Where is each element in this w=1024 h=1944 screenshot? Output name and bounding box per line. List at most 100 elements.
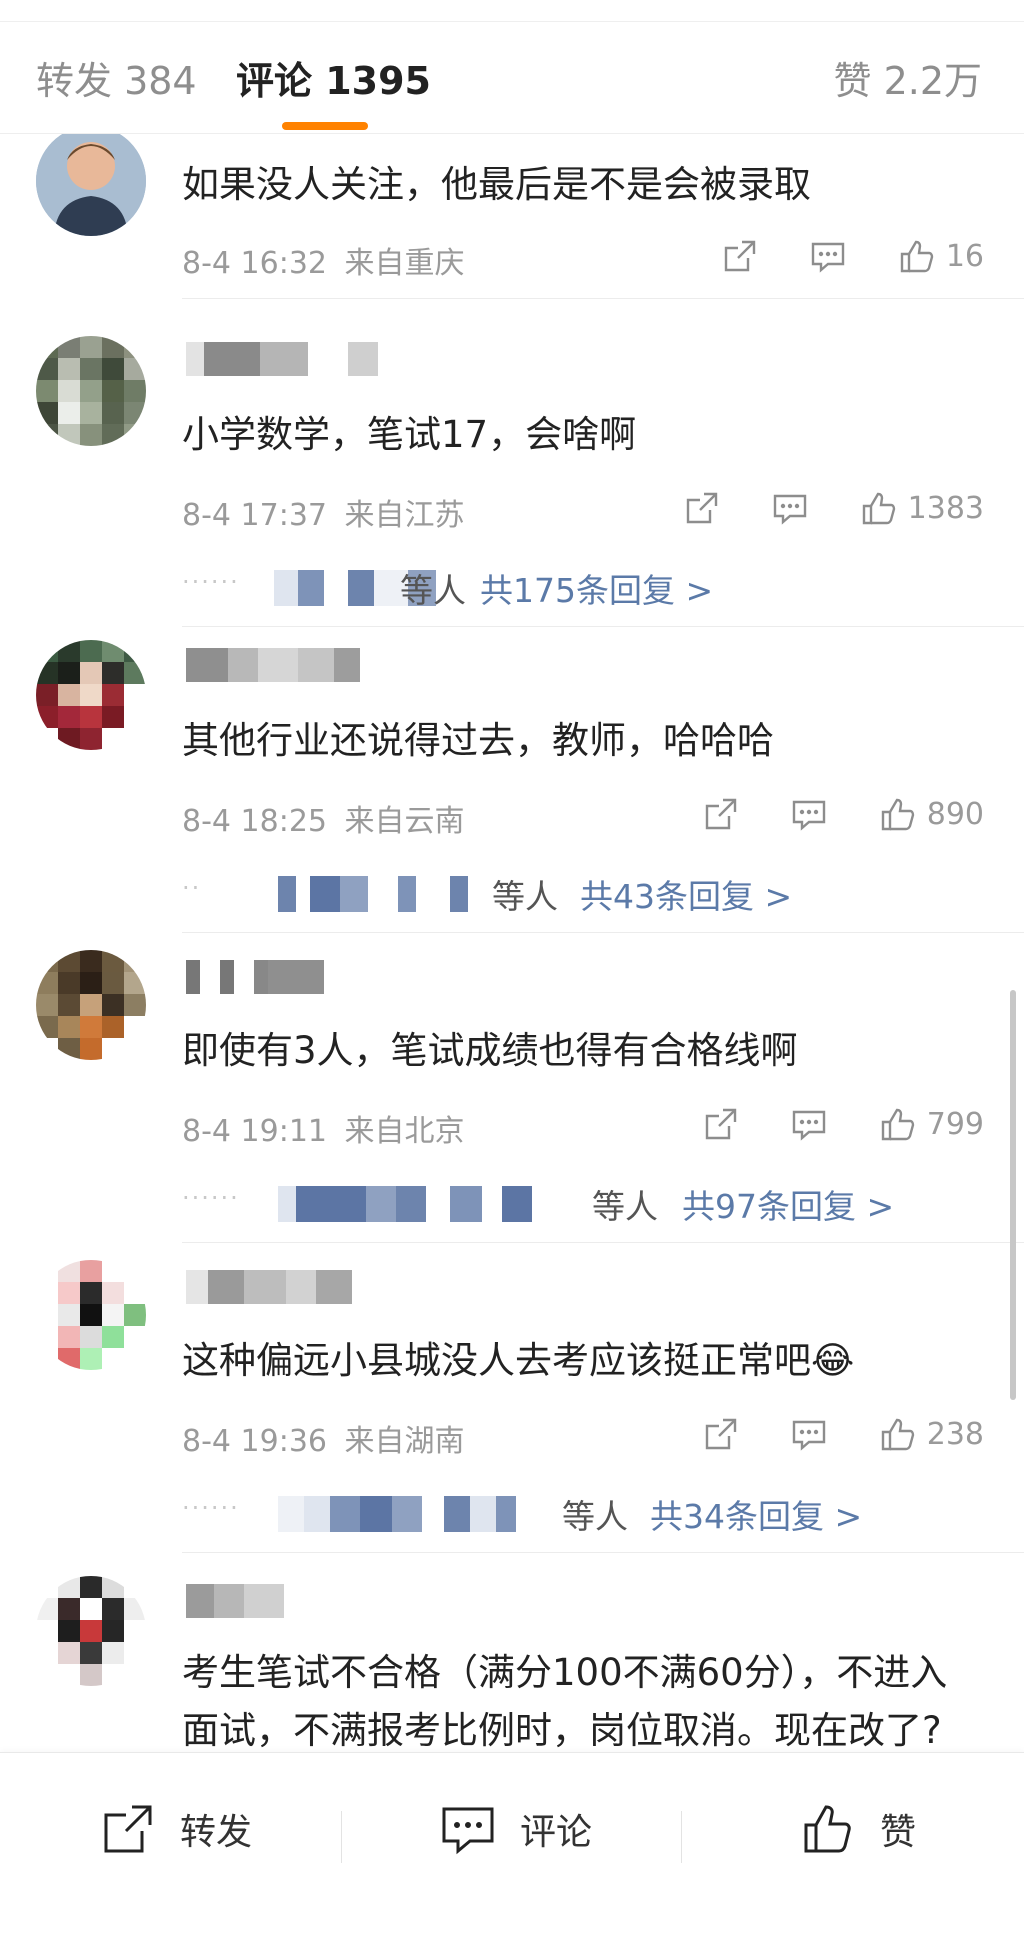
comment-icon[interactable] <box>808 236 848 276</box>
comment-actions: 238 <box>701 1414 984 1454</box>
comment-icon <box>442 1807 494 1855</box>
active-tab-indicator <box>282 122 368 130</box>
comment-item: 小学数学，笔试17，会啥啊 8-4 17:37 来自江苏 1383 ······… <box>0 300 1024 627</box>
divider <box>182 298 1024 299</box>
comment-time: 8-4 16:32 <box>182 246 327 281</box>
share-icon[interactable] <box>701 794 741 834</box>
avatar-mosaic <box>36 640 146 750</box>
username-pixelated[interactable] <box>186 1584 284 1618</box>
reply-summary[interactable]: ······ 等人 共175条回复 > <box>182 564 984 610</box>
comment-meta: 8-4 19:11 来自北京 <box>182 1106 465 1150</box>
like-count: 799 <box>926 1106 984 1142</box>
reply-people-suffix: 等人 <box>562 1497 628 1536</box>
comment-actions: 799 <box>701 1104 984 1144</box>
like-button[interactable]: 赞 <box>798 1797 916 1861</box>
reply-count-link[interactable]: 共97条回复 > <box>682 1180 894 1228</box>
reply-count-link[interactable]: 共34条回复 > <box>650 1490 862 1538</box>
reply-people-suffix: 等人 <box>592 1187 658 1226</box>
username-pixelated[interactable] <box>186 342 378 376</box>
avatar-mosaic <box>36 950 146 1060</box>
like-count: 16 <box>945 238 984 274</box>
comment-icon[interactable] <box>770 488 810 528</box>
avatar[interactable] <box>36 336 146 446</box>
reply-dots: ······ <box>182 1184 240 1212</box>
thumbs-up-icon[interactable] <box>877 1414 917 1454</box>
reply-summary[interactable]: ······ 等人 共97条回复 > <box>182 1180 984 1226</box>
comment-location: 来自云南 <box>344 804 465 839</box>
share-icon[interactable] <box>701 1414 741 1454</box>
avatar-illustration <box>36 134 146 236</box>
comment-item: 考生笔试不合格（满分100不满60分），不进入面试，不满报考比例时，岗位取消。现… <box>0 1540 1024 1752</box>
comment-text: 即使有3人，笔试成绩也得有合格线啊 <box>182 1029 798 1072</box>
bottom-action-bar: 转发 评论 赞 <box>0 1752 1024 1944</box>
replier-names-pixelated <box>278 876 468 912</box>
avatar[interactable] <box>36 134 146 236</box>
like-count: 890 <box>926 796 984 832</box>
comment-button[interactable]: 评论 <box>438 1797 592 1861</box>
like-count: 1383 <box>907 490 984 526</box>
separator <box>681 1811 682 1863</box>
username-pixelated[interactable] <box>186 648 360 682</box>
thumbs-up-icon[interactable] <box>877 794 917 834</box>
reply-summary[interactable]: ······ 等人 共34条回复 > <box>182 1490 984 1536</box>
replier-names-pixelated <box>278 1186 532 1222</box>
comment-actions: 1383 <box>682 488 984 528</box>
comment-text: 这种偏远小县城没人去考应该挺正常吧😂 <box>182 1339 855 1382</box>
status-strip <box>0 0 1024 22</box>
comment-actions: 16 <box>720 236 984 276</box>
comment-text: 考生笔试不合格（满分100不满60分），不进入面试，不满报考比例时，岗位取消。现… <box>182 1651 948 1752</box>
username-pixelated[interactable] <box>186 1270 352 1304</box>
share-icon[interactable] <box>720 236 760 276</box>
reply-count-link[interactable]: 共175条回复 > <box>480 564 713 612</box>
tab-likes[interactable]: 赞 2.2万 <box>833 58 982 104</box>
comment-button-label: 评论 <box>520 1812 593 1853</box>
comment-location: 来自湖南 <box>344 1424 465 1459</box>
share-icon[interactable] <box>682 488 722 528</box>
comment-icon[interactable] <box>789 1104 829 1144</box>
comment-location: 来自江苏 <box>344 498 465 533</box>
forward-button-label: 转发 <box>180 1812 253 1853</box>
avatar[interactable] <box>36 640 146 750</box>
thumbs-up-icon[interactable] <box>896 236 936 276</box>
comment-meta: 8-4 17:37 来自江苏 <box>182 490 465 534</box>
share-icon <box>104 1805 152 1853</box>
reply-summary[interactable]: ·· 等人 共43条回复 > <box>182 870 984 916</box>
tab-comments[interactable]: 评论 1395 <box>236 58 431 104</box>
comment-icon[interactable] <box>789 1414 829 1454</box>
scrollbar[interactable] <box>1010 990 1016 1400</box>
like-count: 238 <box>926 1416 984 1452</box>
comment-meta: 8-4 19:36 来自湖南 <box>182 1416 465 1460</box>
comment-time: 8-4 19:11 <box>182 1114 327 1149</box>
avatar-mosaic <box>36 1576 146 1686</box>
avatar[interactable] <box>36 1260 146 1370</box>
tab-bar: 转发 384 评论 1395 赞 2.2万 <box>0 22 1024 134</box>
avatar[interactable] <box>36 950 146 1060</box>
reply-dots: ······ <box>182 568 240 596</box>
thumbs-up-icon[interactable] <box>877 1104 917 1144</box>
comment-meta: 8-4 16:32 来自重庆 <box>182 238 465 282</box>
replier-names-pixelated <box>278 1496 516 1532</box>
comment-actions: 890 <box>701 794 984 834</box>
comment-icon[interactable] <box>789 794 829 834</box>
comment-location: 来自北京 <box>344 1114 465 1149</box>
comment-item: 即使有3人，笔试成绩也得有合格线啊 8-4 19:11 来自北京 799 ···… <box>0 920 1024 1243</box>
share-icon[interactable] <box>701 1104 741 1144</box>
comment-time: 8-4 19:36 <box>182 1424 327 1459</box>
separator <box>341 1811 342 1863</box>
comment-item: 如果没人关注，他最后是不是会被录取 8-4 16:32 来自重庆 16 <box>0 134 1024 306</box>
comment-text: 如果没人关注，他最后是不是会被录取 <box>182 163 811 206</box>
reply-dots: ·· <box>182 874 202 902</box>
reply-people-suffix: 等人 <box>492 877 558 916</box>
forward-button[interactable]: 转发 <box>98 1797 252 1861</box>
username-pixelated[interactable] <box>186 960 324 994</box>
comment-time: 8-4 17:37 <box>182 498 327 533</box>
avatar-mosaic <box>36 1260 146 1370</box>
tab-forward[interactable]: 转发 384 <box>36 58 197 104</box>
avatar-mosaic <box>36 336 146 446</box>
comment-item: 这种偏远小县城没人去考应该挺正常吧😂 8-4 19:36 来自湖南 238 ··… <box>0 1230 1024 1553</box>
reply-dots: ······ <box>182 1494 240 1522</box>
like-button-label: 赞 <box>880 1812 917 1853</box>
reply-count-link[interactable]: 共43条回复 > <box>580 870 792 918</box>
avatar[interactable] <box>36 1576 146 1686</box>
thumbs-up-icon[interactable] <box>858 488 898 528</box>
